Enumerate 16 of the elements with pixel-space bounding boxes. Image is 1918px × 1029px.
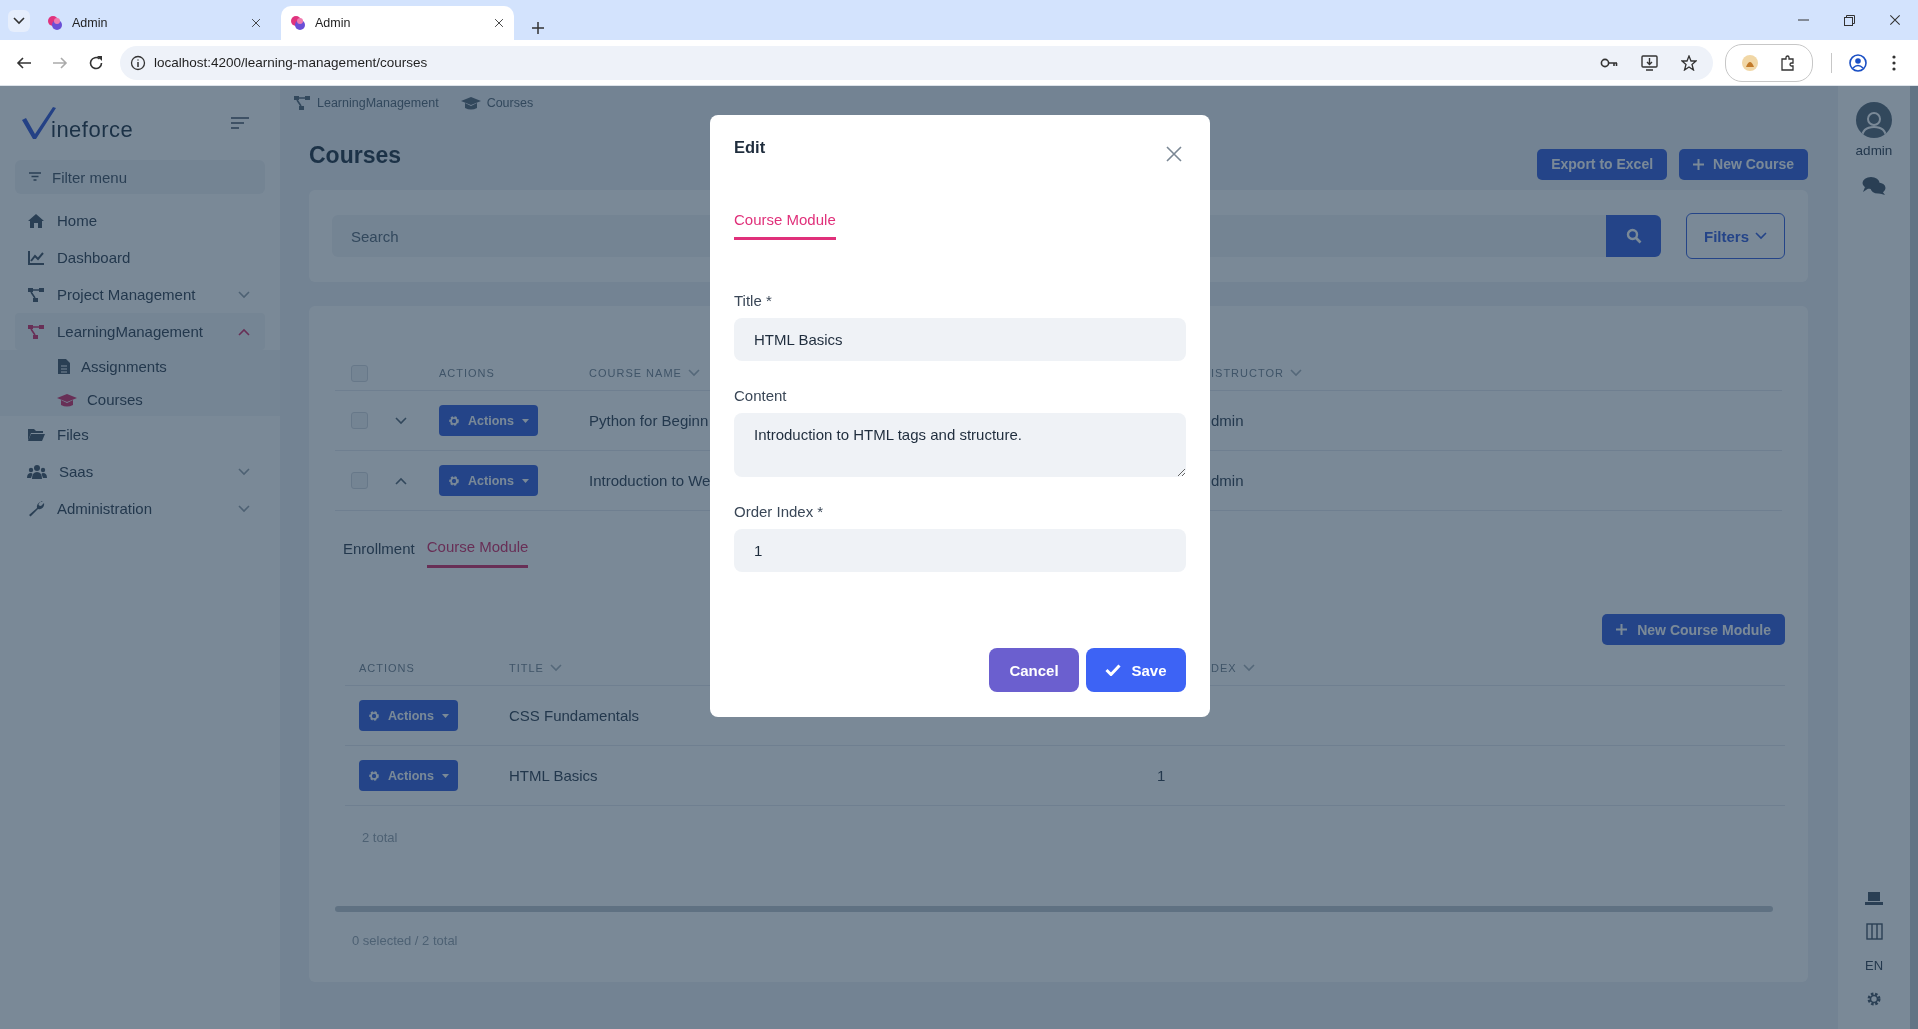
- field-label: Order Index *: [734, 503, 825, 521]
- user-name: admin: [1855, 143, 1893, 158]
- table-cell-text: dmin: [1211, 412, 1245, 429]
- column-header: ACTIONS: [438, 367, 496, 379]
- column-header: ACTIONS: [358, 661, 416, 674]
- table-cell: 1: [1157, 767, 1166, 784]
- page-title: Courses: [309, 142, 402, 169]
- field-label: Content: [734, 387, 788, 405]
- table-cell-text: CSS Fundamentals: [508, 707, 641, 724]
- dialog-title: Edit: [734, 138, 766, 157]
- field-label: Title *: [734, 292, 773, 310]
- table-cell-text: dmin: [1211, 472, 1245, 489]
- logo: ineforce: [21, 106, 134, 140]
- table-cell-text: Python for Beginn: [588, 412, 710, 429]
- table-cell-text: Introduction to We: [588, 472, 712, 489]
- table-cell-text: HTML Basics: [508, 767, 599, 784]
